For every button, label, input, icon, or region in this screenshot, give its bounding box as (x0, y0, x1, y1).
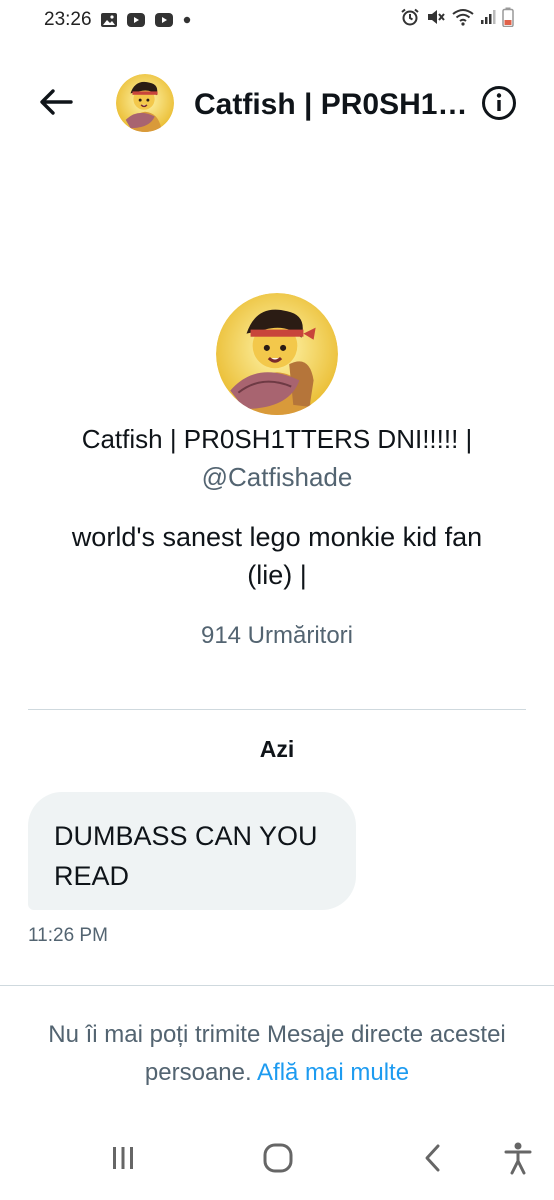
info-icon (481, 85, 517, 126)
divider (0, 985, 554, 986)
conversation-title[interactable]: Catfish | PR0SH1TTERS DNI!!!!! | (194, 88, 468, 122)
home-button[interactable] (258, 1140, 298, 1180)
youtube-icon (126, 12, 146, 28)
battery-icon (502, 7, 514, 33)
avatar-illustration (116, 74, 174, 132)
info-button[interactable] (480, 85, 518, 126)
header-avatar[interactable] (116, 74, 174, 132)
back-icon (420, 1142, 446, 1179)
recent-apps-icon (108, 1143, 138, 1178)
status-left: 23:26 (44, 9, 192, 31)
system-nav-bar (0, 1130, 554, 1190)
accessibility-button[interactable] (498, 1140, 538, 1180)
cannot-message-notice: Nu îi mai poți trimite Mesaje directe ac… (40, 1016, 514, 1092)
gallery-icon (100, 12, 118, 28)
wifi-icon (452, 8, 474, 32)
back-button[interactable] (36, 84, 76, 124)
alarm-icon (400, 8, 420, 32)
profile-bio: world's sanest lego monkie kid fan (lie)… (71, 522, 483, 590)
accessibility-icon (503, 1141, 533, 1180)
signal-icon (480, 9, 496, 31)
avatar-illustration (216, 293, 338, 415)
dm-screen: 23:26 Catfish | PR0SH1T Catfish | PR0SH1… (0, 0, 554, 1200)
status-time: 23:26 (44, 9, 92, 30)
mute-icon (426, 8, 446, 32)
profile-followers[interactable]: 914 Urmăritori (0, 622, 554, 650)
divider (28, 709, 526, 710)
dot-icon (182, 15, 192, 25)
recent-apps-button[interactable] (103, 1140, 143, 1180)
message-text: DUMBASS CAN YOU READ (54, 821, 318, 891)
day-label: Azi (259, 736, 295, 762)
youtube-icon (154, 12, 174, 28)
profile-avatar[interactable] (216, 293, 338, 415)
nav-back-button[interactable] (413, 1140, 453, 1180)
status-bar: 23:26 (0, 0, 554, 40)
conversation-header: Catfish | PR0SH1TTERS DNI!!!!! | (0, 62, 554, 146)
learn-more-link[interactable]: Află mai multe (257, 1059, 409, 1086)
profile-handle[interactable]: @Catfishade (0, 462, 554, 493)
arrow-left-icon (39, 88, 73, 121)
message-bubble[interactable]: DUMBASS CAN YOU READ (28, 792, 356, 910)
home-icon (262, 1142, 294, 1179)
status-right (400, 7, 514, 33)
profile-name: Catfish | PR0SH1TTERS DNI!!!!! | (81, 424, 473, 454)
message-timestamp: 11:26 PM (28, 925, 108, 946)
